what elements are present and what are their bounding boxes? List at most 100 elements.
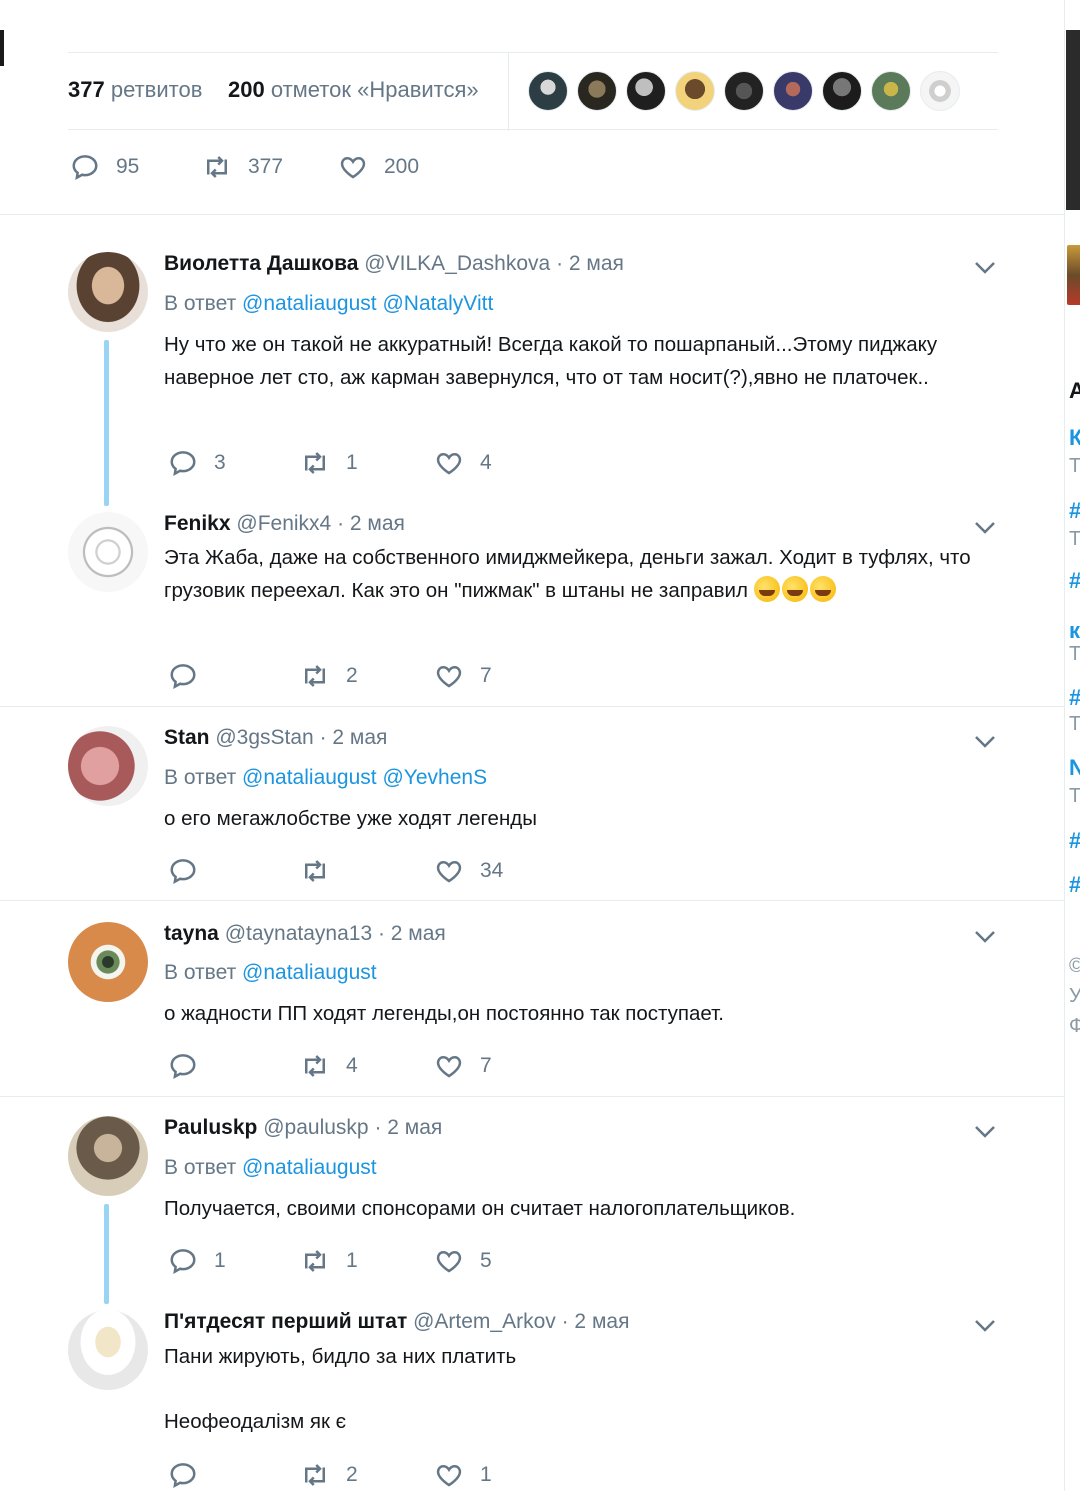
display-name[interactable]: Stan bbox=[164, 726, 210, 749]
like-button[interactable]: 5 bbox=[434, 1246, 492, 1276]
timestamp[interactable]: · 2 мая bbox=[556, 252, 624, 275]
handle[interactable]: @taynatayna13 bbox=[225, 922, 372, 945]
like-button[interactable]: 7 bbox=[434, 661, 492, 691]
display-name[interactable]: tayna bbox=[164, 922, 219, 945]
liker-avatar[interactable] bbox=[920, 71, 960, 111]
tweet-text: Ну что же он такой не аккуратный! Всегда… bbox=[164, 333, 938, 389]
retweet-button[interactable] bbox=[300, 856, 346, 886]
liker-avatar[interactable] bbox=[577, 71, 617, 111]
heart-icon bbox=[436, 452, 462, 475]
reply-count: 3 bbox=[214, 451, 226, 474]
timestamp[interactable]: · 2 мая bbox=[320, 726, 388, 749]
like-button[interactable]: 1 bbox=[434, 1460, 492, 1490]
speech-bubble-icon bbox=[170, 859, 196, 884]
tweet-menu-button[interactable] bbox=[973, 260, 997, 276]
sidebar-fragment[interactable]: # bbox=[1069, 498, 1080, 524]
sidebar-fragment: Т bbox=[1069, 455, 1080, 477]
tweet-menu-button[interactable] bbox=[973, 1318, 997, 1334]
sidebar-fragment[interactable]: # bbox=[1069, 568, 1080, 594]
retweet-arrows-icon bbox=[305, 1055, 325, 1077]
handle[interactable]: @Artem_Arkov bbox=[413, 1310, 556, 1333]
tweet-text: Эта Жаба, даже на собственного имиджмейк… bbox=[164, 546, 971, 602]
mention-link[interactable]: @nataliaugust bbox=[242, 766, 377, 789]
liker-avatar[interactable] bbox=[675, 71, 715, 111]
mention-link[interactable]: @NatalyVitt bbox=[382, 292, 493, 315]
timestamp[interactable]: · 2 мая bbox=[378, 922, 446, 945]
heart-icon bbox=[340, 156, 366, 179]
likes-stat-count: 200 bbox=[228, 77, 265, 102]
reply-button[interactable]: 95 bbox=[70, 152, 139, 182]
liker-avatar[interactable] bbox=[822, 71, 862, 111]
retweets-stat[interactable]: 377 ретвитов bbox=[68, 77, 202, 103]
reply-button[interactable]: 3 bbox=[168, 448, 226, 478]
reply-button[interactable] bbox=[168, 1051, 214, 1081]
retweet-button[interactable]: 1 bbox=[300, 448, 358, 478]
tweet-menu-button[interactable] bbox=[973, 734, 997, 750]
chevron-down-icon bbox=[975, 522, 995, 534]
like-button[interactable]: 4 bbox=[434, 448, 492, 478]
handle[interactable]: @Fenikx4 bbox=[236, 512, 331, 535]
display-name[interactable]: Fenikx bbox=[164, 512, 231, 535]
liker-avatars bbox=[528, 71, 960, 111]
like-count: 200 bbox=[384, 155, 420, 178]
display-name[interactable]: Виолетта Дашкова bbox=[164, 252, 358, 275]
liker-avatar[interactable] bbox=[626, 71, 666, 111]
tweet-menu-button[interactable] bbox=[973, 520, 997, 536]
like-count: 34 bbox=[480, 859, 504, 882]
tweet-menu-button[interactable] bbox=[973, 929, 997, 945]
likes-stat[interactable]: 200 отметок «Нравится» bbox=[228, 77, 479, 103]
sidebar-fragment: А bbox=[1069, 378, 1080, 404]
retweet-button[interactable]: 377 bbox=[202, 152, 283, 182]
liker-avatar[interactable] bbox=[871, 71, 911, 111]
reply-button[interactable] bbox=[168, 661, 214, 691]
avatar[interactable] bbox=[68, 922, 148, 1002]
timestamp[interactable]: · 2 мая bbox=[562, 1310, 630, 1333]
sidebar-fragment[interactable]: # bbox=[1069, 828, 1080, 854]
reply-button[interactable] bbox=[168, 856, 214, 886]
like-button[interactable]: 200 bbox=[338, 152, 419, 182]
avatar[interactable] bbox=[68, 512, 148, 592]
retweet-arrows-icon bbox=[305, 860, 325, 882]
timestamp[interactable]: · 2 мая bbox=[374, 1116, 442, 1139]
sidebar-fragment[interactable]: # bbox=[1069, 872, 1080, 898]
handle[interactable]: @pauluskp bbox=[263, 1116, 368, 1139]
chevron-down-icon bbox=[975, 736, 995, 748]
sidebar-fragment: © bbox=[1069, 955, 1080, 978]
mention-link[interactable]: @YevhenS bbox=[382, 766, 487, 789]
retweet-button[interactable]: 2 bbox=[300, 1460, 358, 1490]
sidebar-fragment[interactable]: # bbox=[1069, 685, 1080, 711]
handle[interactable]: @3gsStan bbox=[215, 726, 313, 749]
divider bbox=[0, 214, 1064, 215]
mention-link[interactable]: @nataliaugust bbox=[242, 292, 377, 315]
timestamp[interactable]: · 2 мая bbox=[337, 512, 405, 535]
sidebar-fragment[interactable]: N bbox=[1069, 755, 1080, 781]
sidebar-fragment[interactable]: К bbox=[1069, 425, 1080, 451]
tweet-menu-button[interactable] bbox=[973, 1124, 997, 1140]
reply-count: 1 bbox=[214, 1249, 226, 1272]
display-name[interactable]: П'ятдесят перший штат bbox=[164, 1310, 407, 1333]
liker-avatar[interactable] bbox=[724, 71, 764, 111]
avatar[interactable] bbox=[68, 252, 148, 332]
retweet-button[interactable]: 2 bbox=[300, 661, 358, 691]
avatar[interactable] bbox=[68, 1310, 148, 1390]
retweets-stat-count: 377 bbox=[68, 77, 105, 102]
avatar[interactable] bbox=[68, 1116, 148, 1196]
avatar[interactable] bbox=[68, 726, 148, 806]
like-button[interactable]: 34 bbox=[434, 856, 503, 886]
retweet-button[interactable]: 4 bbox=[300, 1051, 358, 1081]
like-button[interactable]: 7 bbox=[434, 1051, 492, 1081]
reply-button[interactable] bbox=[168, 1460, 214, 1490]
sidebar-fragment[interactable]: к bbox=[1069, 618, 1080, 644]
liker-avatar[interactable] bbox=[773, 71, 813, 111]
retweet-button[interactable]: 1 bbox=[300, 1246, 358, 1276]
chevron-down-icon bbox=[975, 1320, 995, 1332]
retweet-arrows-icon bbox=[305, 665, 325, 687]
reply-button[interactable]: 1 bbox=[168, 1246, 226, 1276]
liker-avatar[interactable] bbox=[528, 71, 568, 111]
speech-bubble-icon bbox=[170, 1463, 196, 1488]
mention-link[interactable]: @nataliaugust bbox=[242, 961, 377, 984]
display-name[interactable]: Pauluskp bbox=[164, 1116, 257, 1139]
mention-link[interactable]: @nataliaugust bbox=[242, 1156, 377, 1179]
like-count: 5 bbox=[480, 1249, 492, 1272]
handle[interactable]: @VILKA_Dashkova bbox=[364, 252, 550, 275]
